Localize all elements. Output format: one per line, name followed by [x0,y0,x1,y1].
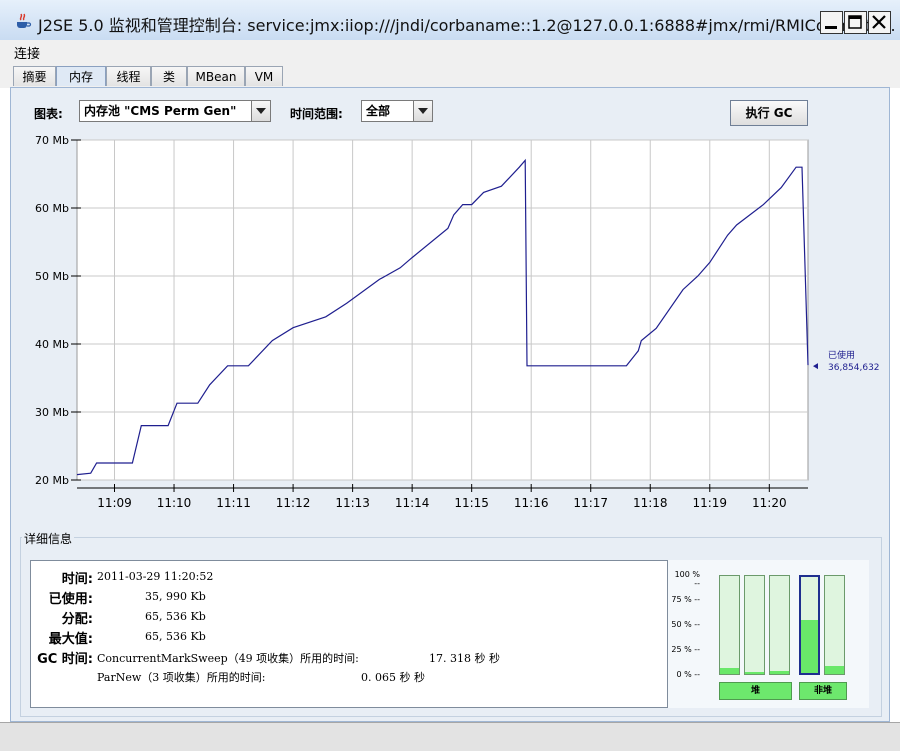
minimize-button[interactable] [820,11,843,34]
gc-time-label: GC 时间: [37,652,93,667]
time-label: 时间: [61,572,93,587]
x-tick-label: 11:12 [276,496,311,510]
y-tick-label: 50 Mb [35,270,69,283]
annotation-label: 已使用 [828,349,855,361]
x-tick-label: 11:19 [692,496,727,510]
memory-chart: 70 Mb 60 Mb 50 Mb 40 Mb 30 Mb 20 Mb 11:09 11:10… [35,135,880,510]
x-tick-label: 11:18 [633,496,668,510]
gc-cms-name: ConcurrentMarkSweep（49 项收集）所用的时间: [97,652,359,665]
plot-area [76,139,809,481]
java-icon [17,13,32,28]
chart-select[interactable]: 内存池 "CMS Perm Gen" [79,100,271,122]
x-tick-label: 11:20 [752,496,787,510]
pct-0: 0 % -- [676,670,700,679]
x-tick-label: 11:16 [514,496,549,510]
time-value: 2011-03-29 11:20:52 [97,570,214,583]
perform-gc-button[interactable]: 执行 GC [730,100,808,126]
nonheap-button[interactable]: 非堆 [799,682,847,700]
x-tick-label: 11:14 [395,496,430,510]
chart-select-dropdown[interactable] [251,101,270,121]
pool-bar-fill [825,666,844,674]
y-tick-label: 40 Mb [35,338,69,351]
maximize-icon [848,15,862,29]
chart-select-value: 内存池 "CMS Perm Gen" [84,104,237,118]
x-tick-label: 11:09 [97,496,132,510]
pool-bar[interactable] [769,575,790,675]
tab-classes[interactable]: 类 [151,66,187,86]
menu-bar: 连接 [0,40,900,62]
window-title: J2SE 5.0 监视和管理控制台: service:jmx:iiop:///j… [38,16,896,35]
x-tick-label: 11:17 [573,496,608,510]
range-select-dropdown[interactable] [413,101,432,121]
pct-100: 100 % -- [674,570,700,588]
tab-bar: 摘要 内存 线程 类 MBean VM [0,62,900,88]
used-label: 已使用: [48,592,93,607]
y-tick-label: 20 Mb [35,474,69,487]
pool-bar-fill [801,620,818,673]
maximize-button[interactable] [844,11,867,34]
committed-label: 分配: [61,612,93,627]
max-value: 65, 536 Kb [145,630,206,643]
range-label: 时间范围: [290,107,343,121]
x-tick-label: 11:11 [216,496,251,510]
range-select-value: 全部 [366,104,391,118]
menu-connect[interactable]: 连接 [14,43,40,62]
pct-75: 75 % -- [671,595,700,604]
pct-50: 50 % -- [671,620,700,629]
chevron-down-icon [418,108,428,114]
tab-mbean[interactable]: MBean [187,66,245,86]
heap-button[interactable]: 堆 [719,682,792,700]
y-tick-label: 60 Mb [35,202,69,215]
y-tick-label: 30 Mb [35,406,69,419]
range-select[interactable]: 全部 [361,100,433,122]
close-button[interactable] [868,11,891,34]
pool-bar-fill [745,672,764,674]
chart-label: 图表: [34,107,63,121]
gc-parnew-value: 0. 065 秒 秒 [361,671,425,684]
details-title: 详细信息 [22,530,75,547]
close-icon [872,15,886,29]
x-tick-label: 11:15 [454,496,489,510]
pool-bar-fill [770,671,789,674]
pool-bar[interactable] [719,575,740,675]
x-tick-label: 11:13 [335,496,370,510]
pool-bar[interactable] [824,575,845,675]
tab-summary[interactable]: 摘要 [13,66,56,86]
pool-bar-fill [720,668,739,674]
pool-bar[interactable] [799,575,820,675]
annotation-value: 36,854,632 [828,363,880,373]
tab-memory[interactable]: 内存 [56,66,106,86]
gc-parnew-name: ParNew（3 项收集）所用的时间: [97,671,266,684]
x-tick-label: 11:10 [157,496,192,510]
tab-threads[interactable]: 线程 [106,66,151,86]
pool-bar[interactable] [744,575,765,675]
taskbar [0,722,900,751]
max-label: 最大值: [48,632,93,647]
pct-25: 25 % -- [671,645,700,654]
used-value: 35, 990 Kb [145,590,206,603]
pool-usage-panel: 100 % -- 75 % -- 50 % -- 25 % -- 0 % -- … [668,560,869,708]
tab-vm[interactable]: VM [245,66,283,86]
gc-cms-value: 17. 318 秒 秒 [429,652,500,665]
details-box: 时间: 2011-03-29 11:20:52 已使用: 35, 990 Kb … [30,560,668,708]
minimize-icon [825,26,837,29]
value-marker-icon [813,363,818,370]
chevron-down-icon [256,108,266,114]
y-tick-label: 70 Mb [35,135,69,147]
committed-value: 65, 536 Kb [145,610,206,623]
title-bar: J2SE 5.0 监视和管理控制台: service:jmx:iiop:///j… [0,0,900,41]
